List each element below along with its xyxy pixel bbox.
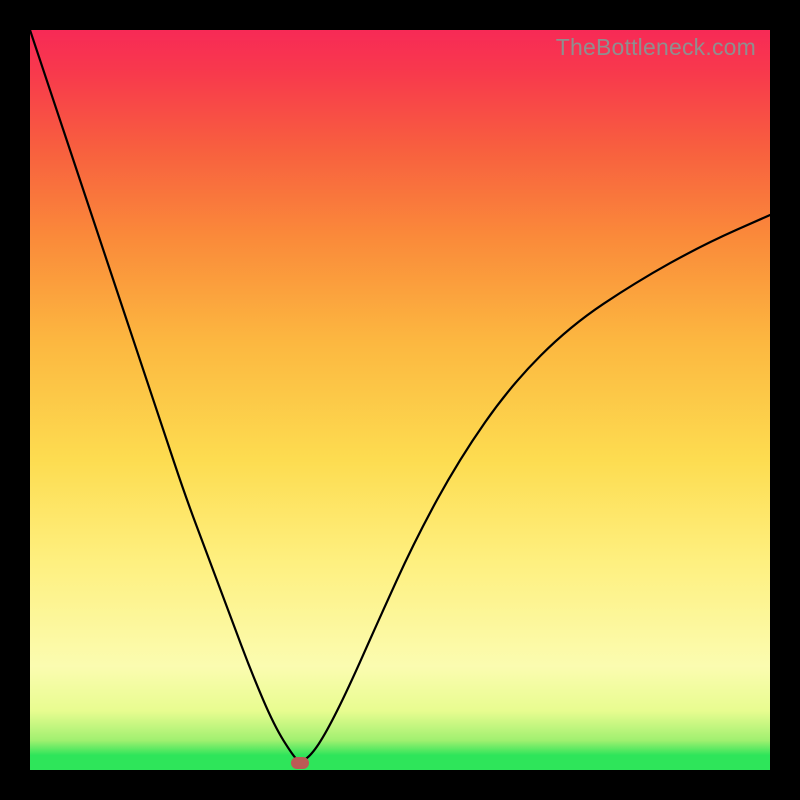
plot-area: TheBottleneck.com <box>30 30 770 770</box>
curve-svg <box>30 30 770 770</box>
bottleneck-curve <box>30 30 770 761</box>
optimal-point-marker <box>291 757 309 769</box>
chart-frame: TheBottleneck.com <box>0 0 800 800</box>
